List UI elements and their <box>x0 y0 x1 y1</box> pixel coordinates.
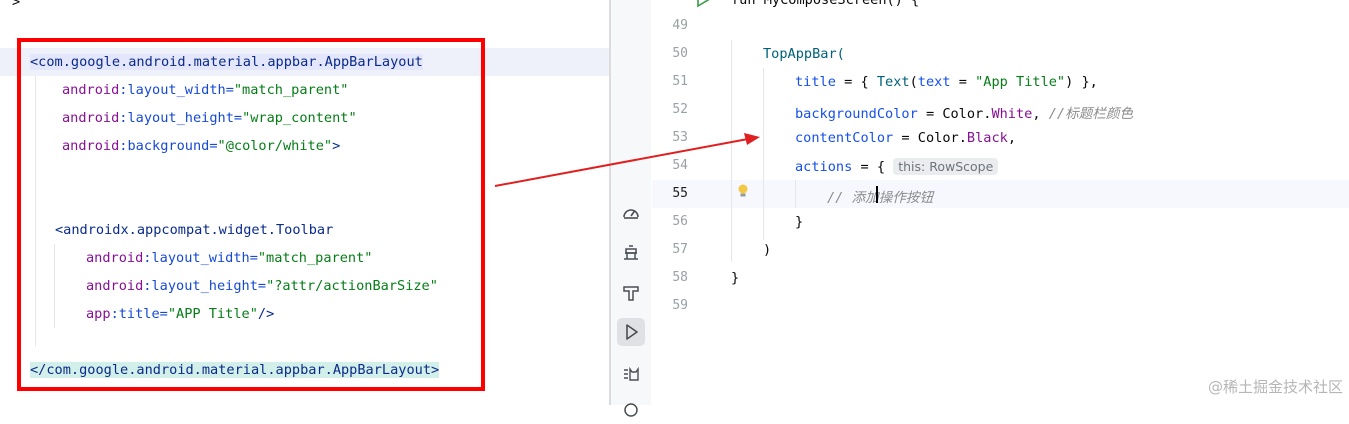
bug-icon[interactable] <box>617 239 645 267</box>
code-line-51[interactable]: title = { Text(text = "App Title") }, <box>795 74 1098 90</box>
line-number[interactable]: 53 <box>660 130 688 145</box>
logcat-icon[interactable] <box>617 360 645 388</box>
code-line-52[interactable]: backgroundColor = Color.White, //标题栏颜色 <box>795 102 1133 122</box>
current-line-highlight <box>652 180 1349 208</box>
build-hammer-icon[interactable] <box>617 279 645 307</box>
code-line-48[interactable]: fun MyComposeScreen() { <box>731 0 919 8</box>
code-line-56[interactable]: } <box>795 214 803 230</box>
highlight-box <box>17 38 485 391</box>
more-tools-icon[interactable] <box>617 396 645 424</box>
line-number[interactable]: 54 <box>660 158 688 173</box>
line-number[interactable]: 58 <box>660 270 688 285</box>
line-number[interactable]: 51 <box>660 74 688 89</box>
indent-guide <box>763 68 764 240</box>
lightbulb-icon[interactable] <box>736 183 750 203</box>
code-line-57[interactable]: ) <box>763 242 771 258</box>
inlay-hint: this: RowScope <box>893 158 999 175</box>
indent-guide <box>795 180 796 208</box>
text-caret <box>876 186 878 203</box>
watermark: @稀土掘金技术社区 <box>1207 378 1343 396</box>
code-line-58[interactable]: } <box>731 270 739 286</box>
line-number[interactable]: 56 <box>660 214 688 229</box>
line-number[interactable]: 50 <box>660 46 688 61</box>
indent-guide <box>731 40 732 262</box>
line-number[interactable]: 59 <box>660 298 688 313</box>
line-number[interactable]: 55 <box>660 186 688 201</box>
code-line-53[interactable]: contentColor = Color.Black, <box>795 130 1016 146</box>
run-icon[interactable] <box>617 318 645 346</box>
code-line-50[interactable]: TopAppBar( <box>763 46 845 62</box>
code-line-55[interactable]: // 添加操作按钮 <box>827 186 933 206</box>
top-fragment: > <box>12 0 21 10</box>
profiler-icon[interactable] <box>617 199 645 227</box>
run-gutter-icon[interactable] <box>695 0 711 12</box>
line-number[interactable]: 57 <box>660 242 688 257</box>
line-number[interactable]: 49 <box>660 18 688 33</box>
line-number[interactable]: 52 <box>660 102 688 117</box>
code-line-54[interactable]: actions = { this: RowScope <box>795 158 999 175</box>
